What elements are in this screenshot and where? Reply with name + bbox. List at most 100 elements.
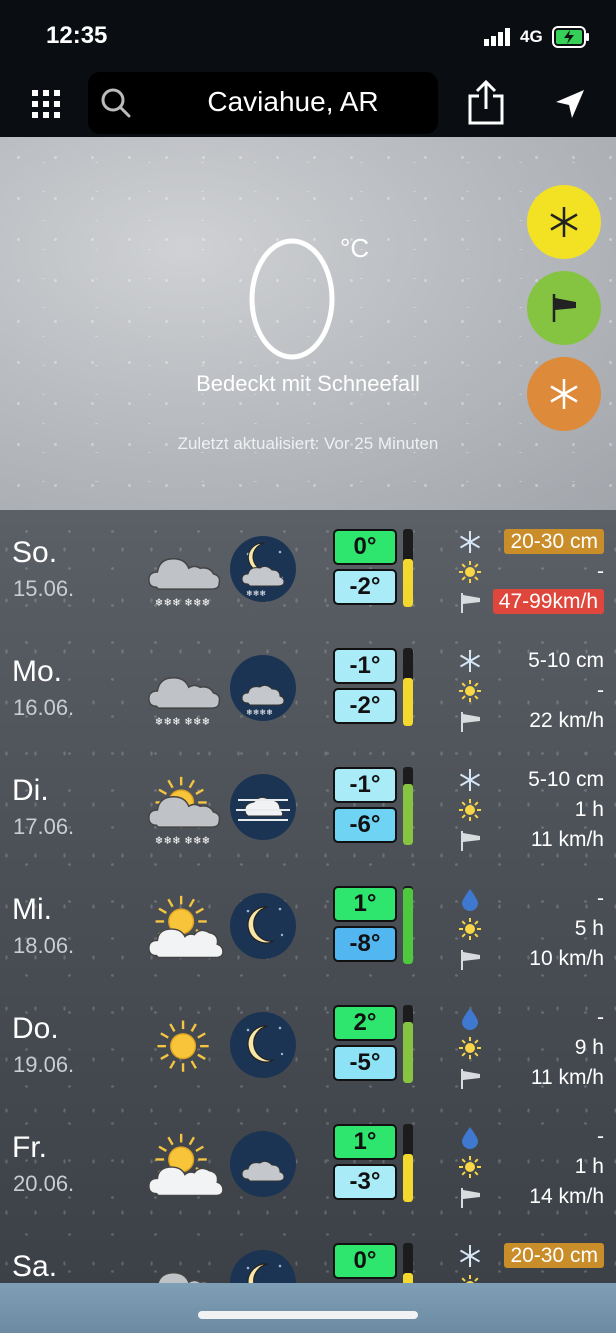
day-weather-icon xyxy=(142,893,226,967)
precip-value: - xyxy=(597,1006,604,1029)
svg-text:❄❄❄ ❄❄❄: ❄❄❄ ❄❄❄ xyxy=(155,597,211,609)
forecast-day-row[interactable]: So. 15.06. ❄❄❄ ❄❄❄ ❄❄❄ 0° -2° 20-30 cm -… xyxy=(0,510,616,629)
svg-text:❄❄❄ ❄❄❄: ❄❄❄ ❄❄❄ xyxy=(155,835,211,847)
wind-value: 47-99km/h xyxy=(492,589,604,614)
night-weather-icon xyxy=(230,1250,296,1283)
precip-value: 20-30 cm xyxy=(504,529,604,554)
snowflake-icon xyxy=(550,207,578,237)
windsock-icon xyxy=(458,947,482,971)
windsock-icon xyxy=(458,1066,482,1090)
temp-range-bar xyxy=(403,767,413,845)
night-weather-icon xyxy=(230,1131,296,1197)
raindrop-icon xyxy=(458,887,482,911)
sunshine-value: 1 h xyxy=(574,798,604,821)
grid-menu-icon[interactable] xyxy=(30,88,62,120)
windsock-icon xyxy=(458,590,482,614)
temp-range-bar xyxy=(403,1124,413,1202)
cloud-icon xyxy=(157,1272,211,1283)
day-name: Mi. xyxy=(12,893,52,926)
forecast-day-row[interactable]: Fr. 20.06. 1° -3° - 1 h 14 km/h xyxy=(0,1105,616,1224)
sun-icon xyxy=(458,679,482,703)
wind-value: 11 km/h xyxy=(530,828,604,851)
forecast-day-row[interactable]: Mi. 18.06. 1° -8° - 5 h 10 km/h xyxy=(0,867,616,986)
navigation-arrow-icon[interactable] xyxy=(554,88,586,120)
sunshine-value: 5 h xyxy=(574,917,604,940)
last-updated-text: Zuletzt aktualisiert: Vor 25 Minuten xyxy=(177,434,439,453)
day-date: 20.06. xyxy=(13,1171,75,1196)
temp-low: -5° xyxy=(333,1045,397,1081)
share-icon[interactable] xyxy=(466,80,506,126)
current-temp-graphic xyxy=(249,238,335,360)
location-search[interactable]: Caviahue, AR xyxy=(88,72,438,134)
temp-range-bar xyxy=(403,529,413,607)
windsock-icon xyxy=(458,1185,482,1209)
forecast-day-row[interactable]: Di. 17.06. ❄❄❄ ❄❄❄ -1° -6° 5-10 cm 1 h 1… xyxy=(0,748,616,867)
day-date: 15.06. xyxy=(13,576,75,601)
sun-icon xyxy=(458,798,482,822)
moon-icon xyxy=(246,1025,284,1063)
snowflake-icon xyxy=(458,1244,482,1268)
network-label: 4G xyxy=(520,27,543,46)
sun-cloud-icon xyxy=(148,895,224,959)
precip-value: 5-10 cm xyxy=(528,768,604,791)
forecast-list[interactable]: So. 15.06. ❄❄❄ ❄❄❄ ❄❄❄ 0° -2° 20-30 cm -… xyxy=(0,510,616,1283)
moon-icon xyxy=(246,1263,282,1283)
sun-icon xyxy=(157,1020,209,1072)
sunshine-value: - xyxy=(597,560,604,583)
cloud-snow-night-icon: ❄❄❄❄ xyxy=(241,684,285,717)
snowflake-icon xyxy=(458,530,482,554)
forecast-day-row[interactable]: Do. 19.06. 2° -5° - 9 h 11 km/h xyxy=(0,986,616,1105)
windsock-icon xyxy=(458,828,482,852)
day-weather-icon: ❄❄❄ ❄❄❄ xyxy=(142,536,226,610)
day-weather-icon xyxy=(142,1250,226,1283)
cloud-snow-icon: ❄❄❄ ❄❄❄ xyxy=(148,558,221,609)
temp-range-bar xyxy=(403,1005,413,1083)
sun-icon xyxy=(458,1155,482,1179)
day-date: 17.06. xyxy=(13,814,75,839)
night-weather-icon xyxy=(230,774,296,840)
day-weather-icon: ❄❄❄ ❄❄❄ xyxy=(142,774,226,848)
day-weather-icon xyxy=(142,1012,226,1086)
day-name: Mo. xyxy=(12,655,63,688)
snowflake-icon xyxy=(458,649,482,673)
temp-range-bar xyxy=(403,648,413,726)
temp-low: -8° xyxy=(333,926,397,962)
snow-alert-button[interactable] xyxy=(527,357,601,431)
current-weather-panel: °C Bedeckt mit Schneefall Zuletzt aktual… xyxy=(0,137,616,510)
temp-high: -1° xyxy=(333,767,397,803)
signal-icon xyxy=(484,28,510,46)
condition-text: Bedeckt mit Schneefall xyxy=(196,371,420,396)
day-weather-icon: ❄❄❄ ❄❄❄ xyxy=(142,655,226,729)
wind-value: 10 km/h xyxy=(529,947,604,970)
wind-value: 14 km/h xyxy=(529,1185,604,1208)
temp-high: 2° xyxy=(333,1005,397,1041)
raindrop-icon xyxy=(458,1006,482,1030)
forecast-day-row[interactable]: Sa. 0° 20-30 cm xyxy=(0,1224,616,1283)
temp-range-bar xyxy=(403,1243,413,1283)
day-name: Fr. xyxy=(12,1131,47,1164)
sunshine-value: 1 h xyxy=(574,1155,604,1178)
temp-unit: °C xyxy=(340,233,370,263)
wind-layer-button[interactable] xyxy=(527,271,601,345)
svg-text:❄❄❄❄: ❄❄❄❄ xyxy=(246,708,273,717)
snow-layer-button[interactable] xyxy=(527,185,601,259)
precip-value: 5-10 cm xyxy=(528,649,604,672)
temp-range-bar xyxy=(403,886,413,964)
home-indicator[interactable] xyxy=(198,1311,418,1319)
sun-icon xyxy=(458,1036,482,1060)
temp-low: -2° xyxy=(333,569,397,605)
day-date: 18.06. xyxy=(13,933,75,958)
forecast-day-row[interactable]: Mo. 16.06. ❄❄❄ ❄❄❄ ❄❄❄❄ -1° -2° 5-10 cm … xyxy=(0,629,616,748)
svg-text:❄❄❄ ❄❄❄: ❄❄❄ ❄❄❄ xyxy=(155,716,211,728)
temp-high: 0° xyxy=(333,1243,397,1279)
wind-value: 22 km/h xyxy=(529,709,604,732)
sun-cloud-snow-icon: ❄❄❄ ❄❄❄ xyxy=(148,776,221,847)
snowflake-icon xyxy=(550,379,578,409)
precip-value: 20-30 cm xyxy=(504,1243,604,1268)
temp-low: -6° xyxy=(333,807,397,843)
day-date: 16.06. xyxy=(13,695,75,720)
nav-bar: Caviahue, AR xyxy=(0,70,616,137)
sunshine-value: 9 h xyxy=(574,1036,604,1059)
fog-night-icon xyxy=(236,796,290,821)
sun-cloud-icon xyxy=(148,1133,224,1197)
